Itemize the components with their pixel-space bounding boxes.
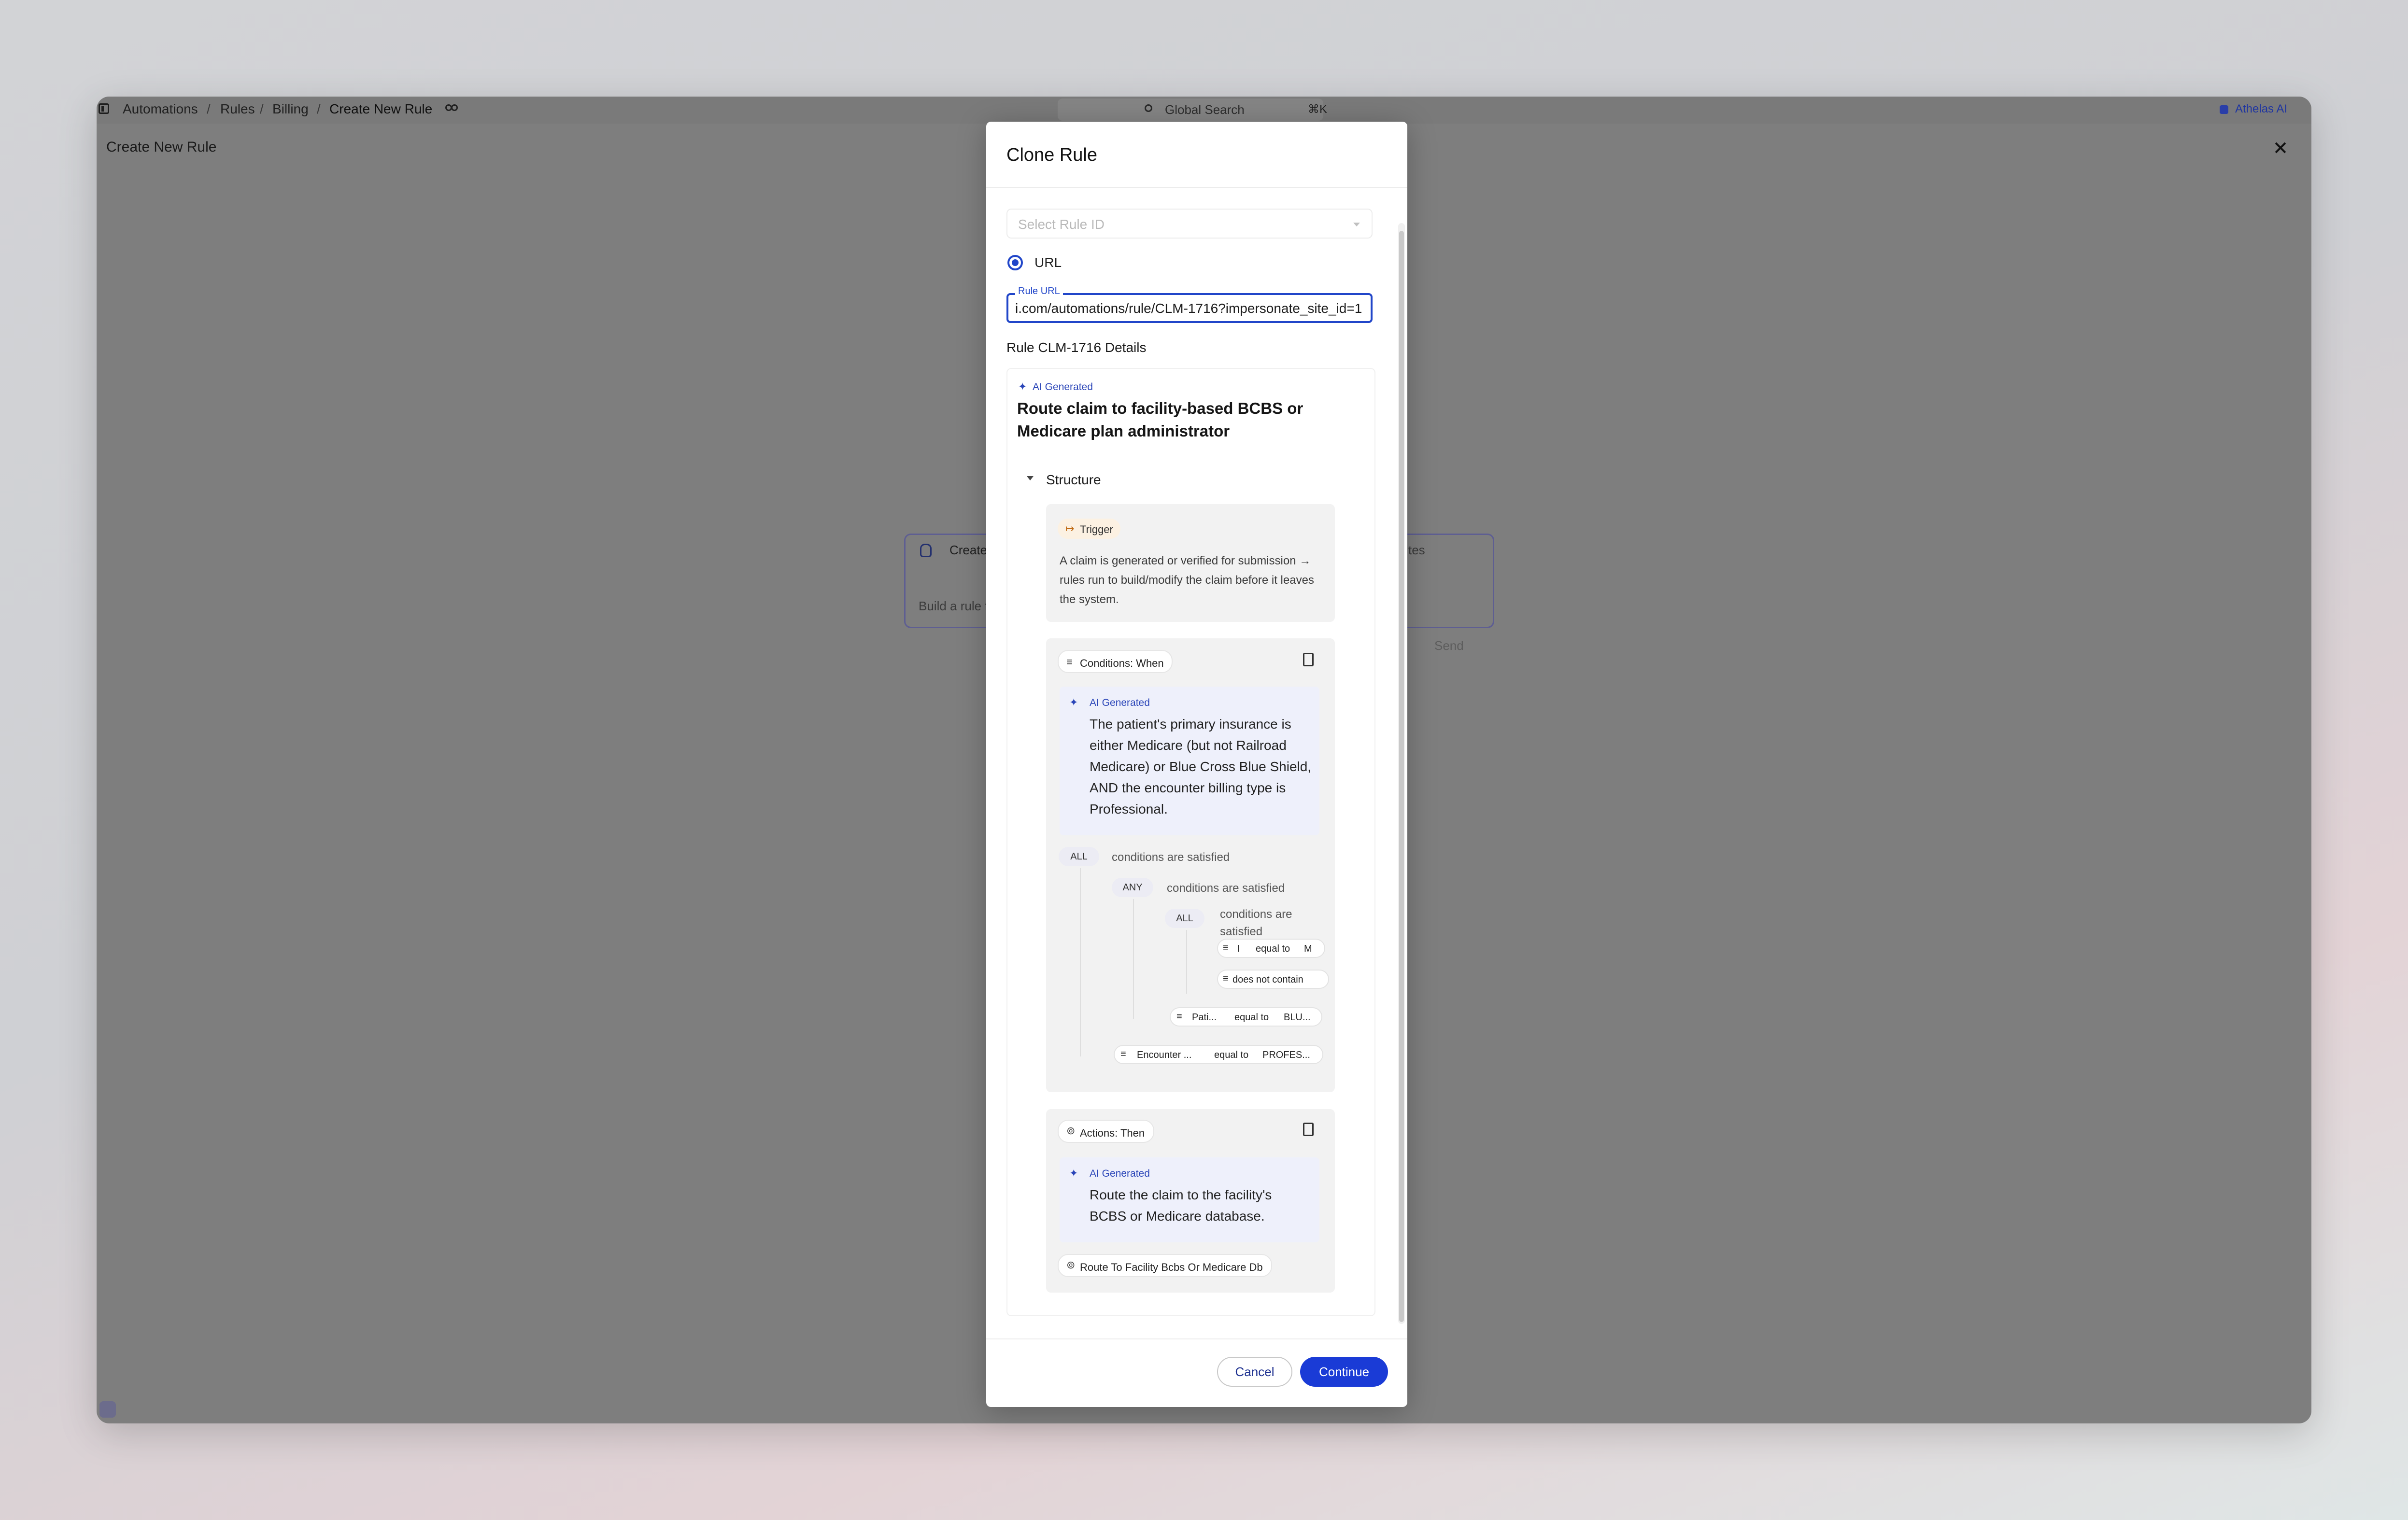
condition-operator: equal to — [1214, 1050, 1249, 1060]
close-icon[interactable] — [2274, 141, 2287, 155]
trigger-panel: ↦ Trigger A claim is generated or verifi… — [1046, 504, 1335, 622]
action-icon: ⊚ — [1066, 1125, 1076, 1137]
filter-icon: ≡ — [1223, 943, 1229, 953]
condition-field: Encounter ... — [1137, 1050, 1192, 1060]
breadcrumb-separator: / — [207, 101, 211, 116]
conditions-label: Conditions: When — [1080, 657, 1164, 669]
rule-id-select[interactable]: Select Rule ID — [1006, 209, 1373, 239]
condition-group-text: conditions are satisfied — [1112, 851, 1230, 864]
structure-toggle[interactable]: Structure — [1046, 472, 1101, 488]
condition-group-text: conditions are satisfied — [1220, 908, 1292, 938]
filter-icon: ≡ — [1120, 1049, 1126, 1059]
filter-icon: ≡ — [1066, 656, 1073, 668]
breadcrumb-rules[interactable]: Rules — [220, 101, 255, 117]
actions-ai-box: ✦ AI Generated Route the claim to the fa… — [1060, 1157, 1319, 1242]
actions-chip: ⊚ Actions: Then — [1058, 1120, 1154, 1143]
condition-value: PROFES... — [1262, 1050, 1310, 1060]
divider — [986, 187, 1407, 188]
filter-icon: ≡ — [1223, 973, 1229, 984]
global-search[interactable]: Global Search ⌘K — [1058, 99, 1327, 121]
sparkle-icon: ✦ — [1069, 1167, 1078, 1179]
rule-title: Route claim to facility-based BCBS or Me… — [1017, 399, 1303, 440]
breadcrumb-separator: / — [260, 101, 264, 116]
rule-url-label: Rule URL — [1015, 286, 1063, 297]
cancel-button[interactable]: Cancel — [1217, 1357, 1292, 1387]
sidebar-toggle-icon[interactable] — [99, 103, 109, 114]
rule-id-select-placeholder: Select Rule ID — [1018, 217, 1105, 232]
athelas-ai-icon — [2220, 105, 2228, 114]
breadcrumb-current: Create New Rule — [329, 101, 433, 116]
rule-url-input[interactable]: i.com/automations/rule/CLM-1716?imperson… — [1006, 293, 1373, 323]
breadcrumb-billing[interactable]: Billing — [272, 101, 309, 117]
condition-value: M — [1304, 943, 1312, 954]
rule-url-value: i.com/automations/rule/CLM-1716?imperson… — [1015, 301, 1362, 316]
trigger-label: Trigger — [1080, 523, 1113, 535]
conditions-panel: ≡ Conditions: When ✦ AI Generated The pa… — [1046, 638, 1335, 1092]
top-bar: Automations / Rules / Billing / Create N… — [97, 97, 2311, 124]
condition-leaf[interactable]: ≡ Encounter ... equal to PROFES... — [1114, 1045, 1323, 1064]
ai-generated-tag: AI Generated — [1090, 1168, 1150, 1179]
trigger-icon: ↦ — [1065, 522, 1075, 535]
action-chip-label: Route To Facility Bcbs Or Medicare Db — [1080, 1261, 1263, 1273]
ai-generated-tag: AI Generated — [1033, 381, 1093, 393]
conditions-chip: ≡ Conditions: When — [1058, 650, 1173, 673]
modal-title: Clone Rule — [1006, 145, 1097, 165]
condition-operator: does not contain — [1232, 974, 1303, 985]
link-icon[interactable] — [445, 104, 459, 112]
search-icon — [1145, 104, 1152, 112]
tree-line — [1133, 899, 1134, 1019]
condition-gate-any[interactable]: ANY — [1112, 878, 1153, 897]
breadcrumb-separator: / — [317, 101, 321, 116]
trigger-description: A claim is generated or verified for sub… — [1060, 554, 1314, 606]
user-switch-icon[interactable] — [99, 1401, 116, 1418]
tree-line — [1186, 930, 1187, 994]
condition-value: BLU... — [1284, 1012, 1311, 1023]
url-radio[interactable] — [1007, 255, 1023, 270]
actions-summary: Route the claim to the facility's BCBS o… — [1090, 1187, 1272, 1224]
rule-details-heading: Rule CLM-1716 Details — [1006, 340, 1147, 355]
search-shortcut: ⌘K — [1308, 103, 1328, 116]
condition-field: Pati... — [1192, 1012, 1217, 1023]
chevron-down-icon — [1353, 223, 1360, 226]
condition-group-text: conditions are satisfied — [1167, 882, 1285, 895]
condition-leaf[interactable]: ≡ does not contain — [1217, 970, 1329, 989]
breadcrumb-automations[interactable]: Automations — [123, 101, 198, 117]
tree-line — [1080, 868, 1081, 1056]
divider — [986, 1338, 1407, 1339]
scrollbar-thumb[interactable] — [1399, 231, 1404, 1322]
continue-button[interactable]: Continue — [1300, 1357, 1388, 1387]
global-search-placeholder: Global Search — [1165, 102, 1245, 117]
background-send-button[interactable]: Send — [1434, 638, 1464, 653]
page-title: Create New Rule — [106, 139, 217, 155]
condition-gate-all[interactable]: ALL — [1059, 847, 1099, 866]
condition-leaf[interactable]: ≡ I equal to M — [1217, 939, 1325, 958]
ai-generated-tag: AI Generated — [1090, 697, 1150, 708]
condition-leaf[interactable]: ≡ Pati... equal to BLU... — [1170, 1007, 1322, 1027]
action-chip[interactable]: ⊚ Route To Facility Bcbs Or Medicare Db — [1058, 1254, 1272, 1277]
action-icon: ⊚ — [1066, 1259, 1076, 1271]
background-prompt-input[interactable]: Build a rule t — [919, 599, 989, 614]
filter-icon: ≡ — [1176, 1011, 1182, 1022]
condition-operator: equal to — [1234, 1012, 1269, 1023]
url-radio-label: URL — [1034, 255, 1062, 270]
conditions-ai-box: ✦ AI Generated The patient's primary ins… — [1060, 687, 1319, 835]
sparkle-icon: ✦ — [1018, 380, 1027, 393]
condition-gate-all[interactable]: ALL — [1165, 909, 1204, 928]
clone-rule-modal: Clone Rule Select Rule ID URL i.com/auto… — [986, 122, 1407, 1407]
document-icon[interactable] — [1303, 653, 1314, 666]
conditions-summary: The patient's primary insurance is eithe… — [1090, 717, 1312, 816]
condition-operator: equal to — [1256, 943, 1290, 954]
condition-field: I — [1237, 943, 1240, 954]
actions-panel: ⊚ Actions: Then ✦ AI Generated Route the… — [1046, 1109, 1335, 1293]
caret-down-icon[interactable] — [1027, 476, 1034, 480]
document-icon[interactable] — [1303, 1123, 1314, 1136]
athelas-ai-button[interactable]: Athelas AI — [2235, 102, 2287, 116]
sparkle-icon: ✦ — [1069, 696, 1078, 708]
actions-label: Actions: Then — [1080, 1127, 1145, 1139]
trigger-chip: ↦ Trigger — [1058, 519, 1120, 539]
